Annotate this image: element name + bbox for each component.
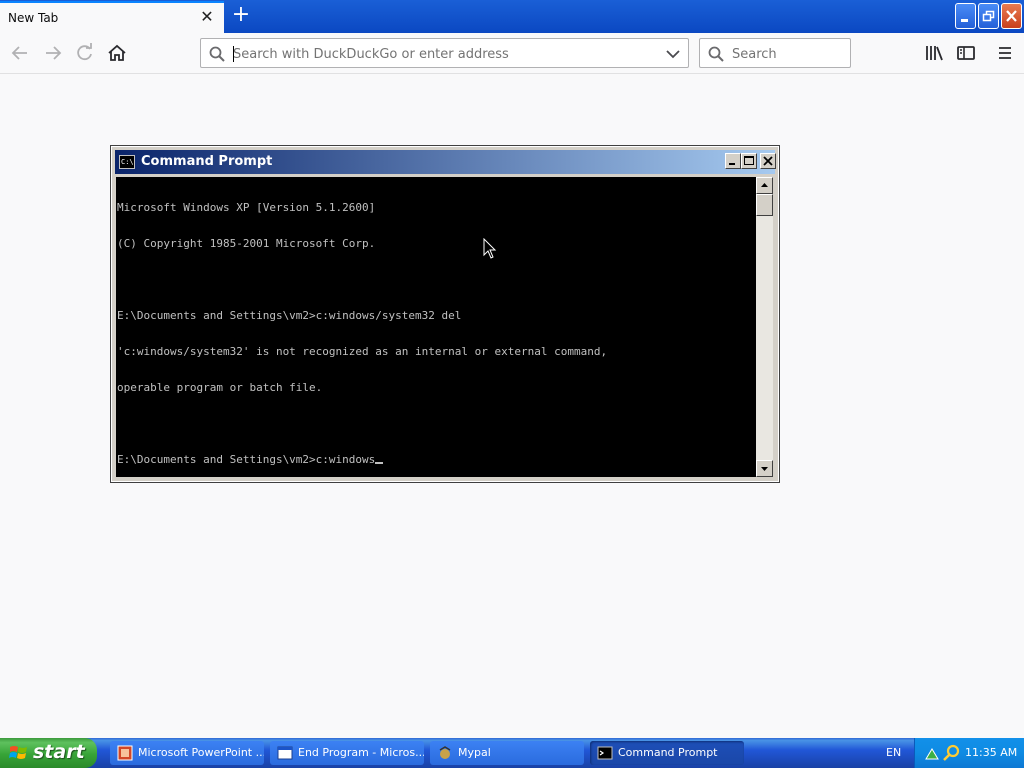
tab-title: New Tab [8,11,59,25]
window-minimize-button[interactable] [955,3,976,29]
home-button[interactable] [105,41,129,65]
window-icon [277,746,293,760]
console-line: Microsoft Windows XP [Version 5.1.2600] [117,201,376,214]
console-line: E:\Documents and Settings\vm2>c:windows/… [117,309,462,322]
taskbar-item-label: End Program - Micros... [298,746,424,759]
window-close-button[interactable] [1001,3,1022,29]
sidebar-button[interactable] [954,41,978,65]
close-button[interactable] [760,153,776,169]
taskbar-item-label: Mypal [458,746,491,759]
scrollbar-thumb[interactable] [756,194,773,216]
scroll-down-button[interactable] [756,460,773,477]
reload-icon [77,43,92,61]
library-icon [926,46,943,61]
tab-strip: New Tab ✕ + [0,0,1024,33]
console-line: (C) Copyright 1985-2001 Microsoft Corp. [117,237,376,250]
url-input[interactable] [233,45,653,63]
minimize-button[interactable] [725,153,741,169]
tab-new-tab[interactable]: New Tab ✕ [0,1,224,33]
mypal-icon [439,746,451,759]
console-prompt-text: E:\Documents and Settings\vm2>c:windows [117,453,376,466]
dropdown-icon[interactable] [665,47,681,61]
home-icon [108,44,126,61]
taskbar-item-mypal[interactable]: Mypal [430,741,584,765]
start-button[interactable]: start [0,738,97,768]
clock: 11:35 AM [965,746,1018,759]
command-prompt-titlebar[interactable]: C:\ Command Prompt [115,150,776,174]
forward-icon [46,46,62,60]
taskbar: start Microsoft PowerPoint ... End Progr… [0,738,1024,768]
vertical-scrollbar[interactable] [756,177,773,477]
close-icon [763,156,773,166]
taskbar-item-powerpoint[interactable]: Microsoft PowerPoint ... [110,741,264,765]
window-restore-button[interactable] [978,3,999,29]
library-button[interactable] [922,41,946,65]
console-line: operable program or batch file. [117,381,323,394]
taskbar-item-label: Microsoft PowerPoint ... [138,746,264,759]
taskbar-item-end-program[interactable]: End Program - Micros... [270,741,424,765]
arrow-down-icon [761,467,768,471]
text-caret [233,46,234,62]
search-icon [708,46,724,62]
language-indicator[interactable]: EN [886,746,901,759]
mouse-pointer-icon [483,238,497,259]
command-prompt-window[interactable]: C:\ Command Prompt Microsoft Windows XP … [110,145,780,483]
console-line: 'c:windows/system32' is not recognized a… [117,345,608,358]
search-bar[interactable] [699,38,851,68]
cmd-icon: C:\ [119,155,135,169]
navigation-toolbar [0,33,1024,74]
new-tab-button[interactable]: + [230,4,252,28]
back-icon [11,46,27,60]
close-icon [1006,10,1017,22]
minimize-icon [729,163,735,165]
menu-icon [999,47,1011,59]
scroll-up-button[interactable] [756,177,773,194]
maximize-icon [744,156,754,165]
search-tray-icon[interactable] [943,744,961,762]
system-tray: 11:35 AM [914,738,1024,768]
minimize-icon [961,19,968,22]
start-label: start [33,741,85,763]
search-input[interactable] [732,45,842,63]
console-cursor [375,462,384,464]
windows-logo-icon [9,746,27,759]
restore-icon [982,10,995,22]
console-prompt-line[interactable]: E:\Documents and Settings\vm2>c:windows [117,454,755,466]
console-output[interactable]: Microsoft Windows XP [Version 5.1.2600] … [116,177,756,477]
arrow-up-icon [761,183,768,187]
menu-button[interactable] [993,41,1017,65]
tab-close-icon[interactable]: ✕ [199,8,215,26]
forward-button[interactable] [41,41,65,65]
taskbar-item-label: Command Prompt [618,746,718,759]
reload-button[interactable] [73,41,97,65]
window-title: Command Prompt [141,154,273,169]
back-button[interactable] [8,41,32,65]
url-bar[interactable] [200,38,689,68]
network-icon[interactable] [924,745,940,761]
sidebar-icon [957,46,975,60]
cmd-icon [597,746,613,760]
maximize-button[interactable] [741,153,757,169]
taskbar-item-command-prompt[interactable]: Command Prompt [590,741,744,765]
search-icon [209,46,225,62]
powerpoint-icon [117,745,133,761]
